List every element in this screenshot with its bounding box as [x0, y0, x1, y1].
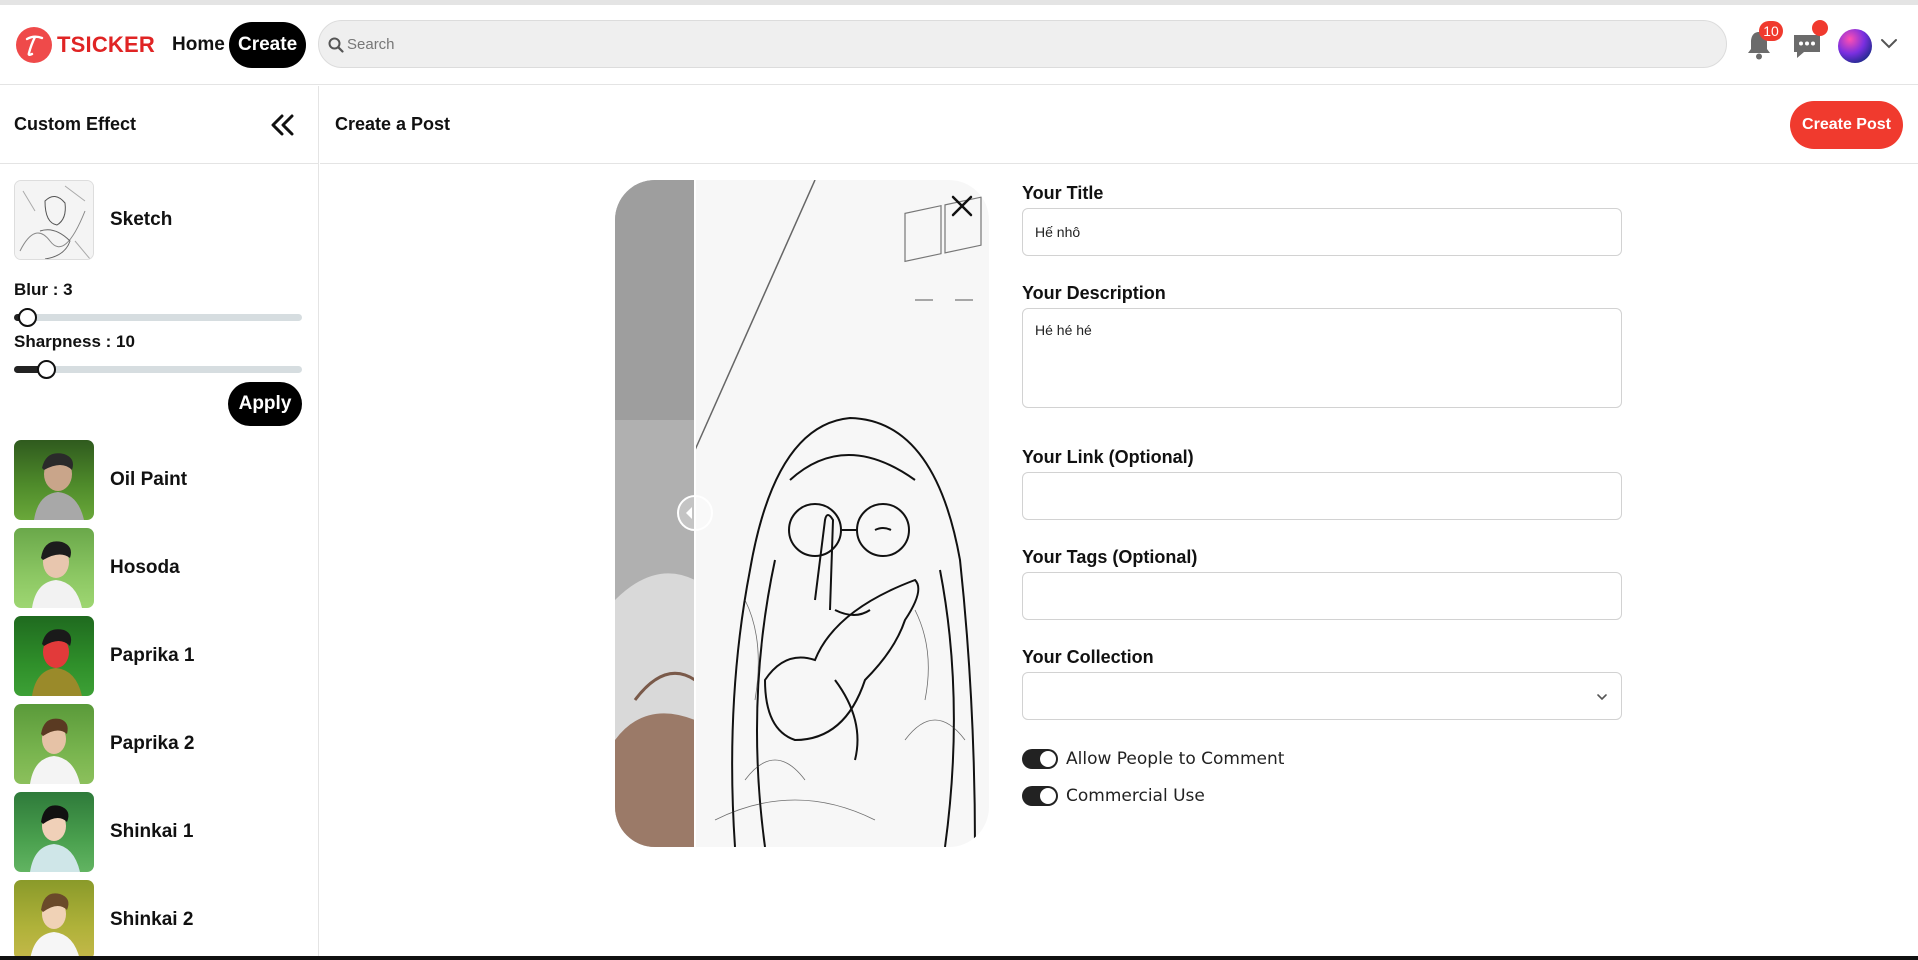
page-title: Create a Post — [335, 114, 451, 134]
title-field-label: Your Title — [1022, 183, 1104, 203]
tags-input[interactable] — [1022, 572, 1622, 620]
effect-label: Sketch — [110, 209, 173, 230]
preview-image — [615, 180, 989, 847]
effect-thumbnail — [14, 528, 94, 608]
allow-comment-label: Allow People to Comment — [1066, 749, 1285, 769]
sidebar-header: Custom Effect — [0, 86, 318, 164]
create-post-button[interactable]: Create Post — [1790, 101, 1903, 149]
description-field-label: Your Description — [1022, 283, 1166, 303]
chevron-down-icon[interactable] — [1596, 692, 1608, 702]
user-avatar[interactable] — [1838, 29, 1872, 63]
effect-thumbnail — [14, 880, 94, 960]
search-icon — [328, 37, 344, 53]
effect-label: Hosoda — [110, 557, 180, 578]
effect-thumbnail — [14, 792, 94, 872]
commercial-use-label: Commercial Use — [1066, 786, 1205, 806]
sharpness-slider[interactable] — [14, 360, 302, 379]
blur-slider[interactable] — [14, 308, 302, 327]
taskbar-edge — [0, 956, 1918, 960]
logo-mark-icon — [16, 27, 52, 63]
commercial-use-toggle[interactable] — [1022, 786, 1058, 806]
brand-name: TSICKER — [57, 32, 155, 57]
commercial-use-row: Commercial Use — [1022, 786, 1205, 806]
effect-label: Oil Paint — [110, 469, 188, 490]
effect-label: Paprika 2 — [110, 733, 195, 754]
compare-slider-handle[interactable] — [676, 494, 714, 532]
top-navbar: TSICKER Home Create 10 — [0, 5, 1918, 85]
effect-label: Paprika 1 — [110, 645, 195, 666]
notification-badge: 10 — [1759, 21, 1783, 41]
double-chevron-left-icon[interactable] — [268, 111, 296, 139]
effect-item-hosoda[interactable]: Hosoda — [14, 528, 314, 608]
main-header: Create a Post Create Post — [320, 86, 1918, 164]
message-badge-dot — [1812, 20, 1828, 36]
search-bar[interactable] — [318, 20, 1727, 68]
effect-item-oil-paint[interactable]: Oil Paint — [14, 440, 314, 520]
effect-thumbnail — [14, 616, 94, 696]
effect-thumbnail — [14, 180, 94, 260]
effect-label: Shinkai 2 — [110, 909, 194, 930]
blur-label: Blur : 3 — [14, 280, 73, 299]
effect-item-shinkai-2[interactable]: Shinkai 2 — [14, 880, 314, 960]
sharpness-slider-thumb[interactable] — [37, 360, 56, 379]
effect-thumbnail — [14, 704, 94, 784]
allow-comment-row: Allow People to Comment — [1022, 749, 1284, 769]
sharpness-label: Sharpness : 10 — [14, 332, 135, 351]
collection-field-label: Your Collection — [1022, 647, 1154, 667]
apply-button[interactable]: Apply — [228, 382, 302, 426]
effect-item-sketch[interactable]: Sketch — [14, 180, 314, 260]
title-input[interactable]: Hế nhô — [1022, 208, 1622, 256]
effects-sidebar: Custom Effect Sketch Blur : 3 Sharpness … — [0, 86, 319, 960]
chevron-down-icon[interactable] — [1880, 38, 1898, 50]
blur-slider-thumb[interactable] — [18, 308, 37, 327]
effect-item-paprika-2[interactable]: Paprika 2 — [14, 704, 314, 784]
effect-thumbnail — [14, 440, 94, 520]
brand-logo[interactable]: TSICKER — [16, 27, 155, 63]
image-preview — [615, 180, 989, 847]
nav-home-link[interactable]: Home — [160, 22, 237, 68]
close-icon[interactable] — [948, 192, 976, 220]
allow-comment-toggle[interactable] — [1022, 749, 1058, 769]
nav-create-button[interactable]: Create — [229, 22, 307, 68]
effect-label: Shinkai 1 — [110, 821, 194, 842]
link-field-label: Your Link (Optional) — [1022, 447, 1194, 467]
effect-item-paprika-1[interactable]: Paprika 1 — [14, 616, 314, 696]
search-input[interactable] — [347, 21, 1717, 67]
effect-item-shinkai-1[interactable]: Shinkai 1 — [14, 792, 314, 872]
collection-select[interactable] — [1022, 672, 1622, 720]
sidebar-title: Custom Effect — [14, 114, 137, 134]
tags-field-label: Your Tags (Optional) — [1022, 547, 1198, 567]
description-textarea[interactable]: Hé hé hé — [1022, 308, 1622, 408]
link-input[interactable] — [1022, 472, 1622, 520]
